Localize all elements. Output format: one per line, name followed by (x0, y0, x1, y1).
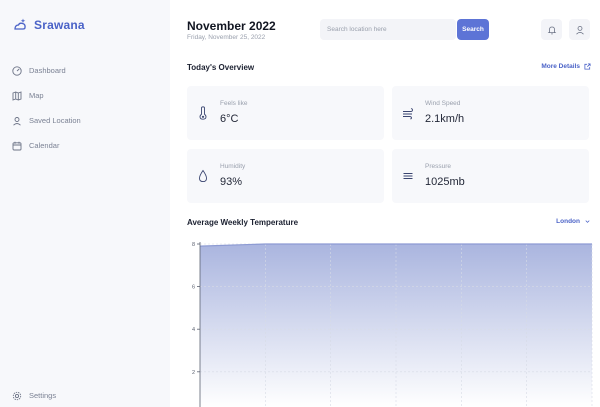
wind-icon (403, 108, 413, 120)
gear-icon (12, 391, 22, 400)
overview-title: Today's Overview (187, 63, 255, 72)
card-value: 2.1km/h (425, 113, 465, 125)
card-label: Wind Speed (425, 100, 461, 107)
card-label: Feels like (220, 100, 248, 107)
profile-button[interactable] (569, 19, 590, 40)
feels-like-card: Feels like 6°C (187, 86, 384, 140)
y-tick-label: 6 (192, 285, 195, 291)
y-tick-label: 8 (192, 242, 195, 248)
notification-button[interactable] (541, 19, 562, 40)
main-content: November 2022 Friday, November 25, 2022 … (170, 0, 600, 407)
thermometer-icon (199, 106, 207, 120)
sidebar: Srawana Dashboard Map Saved Location Cal… (0, 0, 170, 407)
sidebar-item-dashboard[interactable]: Dashboard (12, 58, 81, 83)
gauge-icon (12, 65, 22, 76)
sidebar-item-map[interactable]: Map (12, 83, 81, 108)
weekly-temperature-chart: 8 6 4 2 (170, 230, 600, 407)
user-icon (575, 25, 584, 34)
sidebar-item-settings[interactable]: Settings (12, 383, 56, 407)
map-icon (12, 90, 22, 101)
card-value: 1025mb (425, 176, 465, 188)
settings-label: Settings (29, 391, 57, 400)
card-label: Pressure (425, 163, 452, 170)
card-value: 6°C (220, 113, 239, 125)
card-label: Humidity (220, 163, 246, 170)
y-tick-label: 4 (192, 327, 195, 333)
sidebar-item-label: Calendar (29, 141, 60, 150)
page-title: November 2022 (187, 19, 276, 33)
brand[interactable]: Srawana (12, 17, 85, 33)
humidity-card: Humidity 93% (187, 149, 384, 203)
wind-speed-card: Wind Speed 2.1km/h (392, 86, 589, 140)
sidebar-item-label: Map (29, 91, 44, 100)
chevron-down-icon (585, 220, 590, 223)
more-details-label: More Details (541, 63, 580, 70)
pressure-lines-icon (403, 173, 413, 179)
more-details-link[interactable]: More Details (541, 63, 591, 70)
y-tick-label: 2 (192, 370, 195, 376)
sidebar-item-label: Dashboard (29, 66, 66, 75)
card-value: 93% (220, 176, 243, 188)
sparkle-cloud-icon (14, 18, 26, 30)
external-link-icon (584, 63, 591, 70)
droplet-icon (199, 169, 207, 183)
sidebar-item-saved-location[interactable]: Saved Location (12, 108, 81, 133)
weekly-temperature-title: Average Weekly Temperature (187, 218, 299, 227)
location-select-value: London (556, 218, 580, 225)
area-chart: 8 6 4 2 (192, 242, 593, 407)
current-date: Friday, November 25, 2022 (187, 34, 266, 41)
calendar-icon (12, 141, 22, 150)
location-pin-icon (13, 116, 21, 126)
sidebar-item-calendar[interactable]: Calendar (12, 133, 81, 158)
search-button[interactable]: Search (457, 19, 489, 40)
bell-icon (547, 26, 556, 34)
sidebar-item-label: Saved Location (29, 116, 81, 125)
pressure-card: Pressure 1025mb (392, 149, 589, 203)
search-input[interactable] (320, 19, 456, 40)
location-select[interactable]: London (556, 218, 591, 225)
brand-name: Srawana (34, 18, 85, 32)
sidebar-nav: Dashboard Map Saved Location Calendar (12, 58, 81, 158)
